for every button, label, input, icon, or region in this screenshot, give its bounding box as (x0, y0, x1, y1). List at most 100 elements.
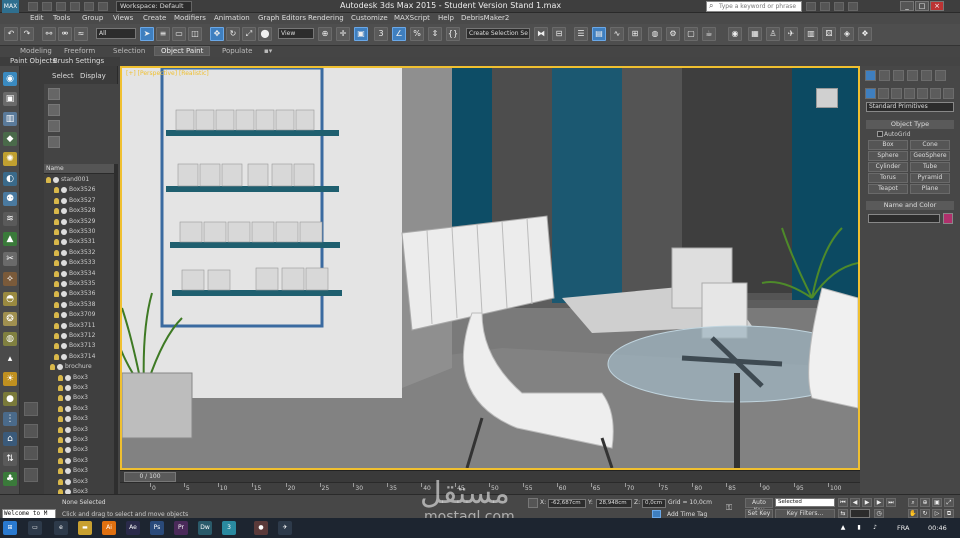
visibility-icon[interactable] (65, 457, 71, 464)
key-mode-toggle-icon[interactable]: ⇆ (838, 509, 848, 518)
task-view-icon[interactable]: ▭ (28, 521, 42, 535)
help-icon[interactable] (848, 2, 858, 11)
light-bulb-icon[interactable] (54, 187, 59, 194)
plane-button[interactable]: Plane (910, 184, 950, 194)
tree-filter-icon[interactable]: ♣ (3, 472, 17, 486)
visibility-icon[interactable] (65, 437, 71, 443)
filter-cameras-icon[interactable] (48, 136, 60, 148)
cone-button[interactable]: Cone (910, 140, 950, 150)
keyboard-shortcut-override-icon[interactable]: ▣ (354, 27, 368, 41)
undo-icon[interactable] (70, 2, 80, 11)
table-row[interactable]: Box3 (44, 466, 114, 476)
cameras-filter-icon[interactable]: ◐ (3, 172, 17, 186)
undo-icon[interactable]: ↶ (4, 27, 18, 41)
zoom-icon[interactable]: ⌕ (908, 498, 918, 507)
illustrator-icon[interactable]: Ai (102, 521, 116, 535)
tab-populate[interactable]: Populate (222, 47, 252, 55)
select-rotate-icon[interactable]: ↻ (226, 27, 240, 41)
key-icon[interactable]: ⚿ (726, 504, 740, 512)
extra-tool-8-icon[interactable]: ❖ (858, 27, 872, 41)
light-bulb-icon[interactable] (58, 478, 63, 485)
walkthrough-icon[interactable]: ⧉ (944, 509, 954, 518)
volume-icon[interactable]: ♪ (868, 521, 882, 535)
table-row[interactable]: Box3711 (44, 321, 114, 331)
angle-snap-icon[interactable]: ∠ (392, 27, 406, 41)
key-mode-select[interactable]: Selected (775, 498, 835, 507)
menu-modifiers[interactable]: Modifiers (174, 14, 206, 22)
extra-tool-1-icon[interactable]: ◉ (728, 27, 742, 41)
z-coordinate-field[interactable]: 0,0cm (642, 499, 666, 508)
tab-modeling[interactable]: Modeling (20, 47, 52, 55)
goto-start-icon[interactable]: ⏮ (838, 498, 848, 507)
table-row[interactable]: Box3533 (44, 258, 114, 268)
menu-group[interactable]: Group (82, 14, 103, 22)
visibility-icon[interactable] (65, 385, 71, 391)
visibility-icon[interactable] (61, 322, 67, 329)
menu-animation[interactable]: Animation (214, 14, 250, 22)
visibility-icon[interactable] (65, 426, 71, 433)
toggle-scene-explorer-icon[interactable]: ▤ (592, 27, 606, 41)
visibility-icon[interactable] (65, 468, 71, 475)
visibility-icon[interactable] (61, 260, 67, 267)
space-warps-icon[interactable] (930, 88, 941, 99)
teapot-button[interactable]: Teapot (868, 184, 908, 194)
menu-customize[interactable]: Customize (351, 14, 388, 22)
select-scale-icon[interactable]: ⤢ (242, 27, 256, 41)
light-bulb-icon[interactable] (58, 457, 63, 464)
window-crossing-icon[interactable]: ◫ (188, 27, 202, 41)
time-config-icon[interactable]: ◷ (874, 509, 884, 518)
zoom-extents-icon[interactable]: ▣ (932, 498, 942, 507)
tab-object-paint[interactable]: Object Paint (154, 46, 211, 56)
table-row[interactable]: Box3532 (44, 248, 114, 258)
light-bulb-icon[interactable] (58, 385, 63, 391)
frozen-filter-icon[interactable]: ◍ (3, 332, 17, 346)
new-file-icon[interactable] (28, 2, 38, 11)
light-bulb-icon[interactable] (54, 312, 59, 319)
table-row[interactable]: Box3526 (44, 185, 114, 195)
select-manipulate-icon[interactable]: ✛ (336, 27, 350, 41)
search-input[interactable]: Type a keyword or phrase (706, 1, 802, 12)
particle-filter-icon[interactable]: ❂ (3, 312, 17, 326)
render-setup-icon[interactable]: ⚙ (666, 27, 680, 41)
language-indicator[interactable]: FRA (897, 524, 909, 532)
light-bulb-icon[interactable] (54, 353, 59, 360)
menu-tools[interactable]: Tools (53, 14, 70, 22)
premiere-icon[interactable]: Pr (174, 521, 188, 535)
tree-column-header[interactable]: Name (44, 164, 114, 174)
save-file-icon[interactable] (56, 2, 66, 11)
utilities-tab-icon[interactable] (935, 70, 946, 81)
project-folder-icon[interactable] (98, 2, 108, 11)
primitive-category-select[interactable]: Standard Primitives (866, 102, 954, 112)
spinner-snap-icon[interactable]: ⇕ (428, 27, 442, 41)
create-tab-icon[interactable] (865, 70, 876, 81)
extra-tool-6-icon[interactable]: ⚄ (822, 27, 836, 41)
visibility-icon[interactable] (61, 281, 67, 287)
internet-explorer-icon[interactable]: e (54, 521, 68, 535)
visibility-icon[interactable] (61, 343, 67, 350)
percent-snap-icon[interactable]: % (410, 27, 424, 41)
layer-manager-icon[interactable]: ☰ (574, 27, 588, 41)
maximize-viewport-icon[interactable]: ⤢ (944, 498, 954, 507)
zoom-all-icon[interactable]: ⊕ (920, 498, 930, 507)
light-bulb-icon[interactable] (54, 322, 59, 329)
box-button[interactable]: Box (868, 140, 908, 150)
light-bulb-icon[interactable] (54, 343, 59, 350)
light-bulb-icon[interactable] (50, 364, 55, 371)
light-bulb-icon[interactable] (58, 374, 63, 381)
spacewarps-filter-icon[interactable]: ≋ (3, 212, 17, 226)
visibility-icon[interactable] (61, 229, 67, 235)
app-icon-2[interactable]: ✈ (278, 521, 292, 535)
network-icon[interactable]: ▮ (852, 521, 866, 535)
object-name-input[interactable] (868, 214, 940, 223)
cameras-icon[interactable] (904, 88, 915, 99)
snaps-toggle-icon[interactable]: 3 (374, 27, 388, 41)
previous-frame-icon[interactable]: ◀ (850, 498, 860, 507)
field-of-view-icon[interactable]: ▷ (932, 509, 942, 518)
tab-freeform[interactable]: Freeform (64, 47, 95, 55)
visibility-icon[interactable] (65, 374, 71, 381)
current-frame-field[interactable] (850, 509, 870, 518)
light-bulb-icon[interactable] (54, 301, 59, 308)
bone-filter-icon[interactable]: ⟡ (3, 272, 17, 286)
light-bulb-icon[interactable] (58, 395, 63, 402)
redo-icon[interactable] (84, 2, 94, 11)
